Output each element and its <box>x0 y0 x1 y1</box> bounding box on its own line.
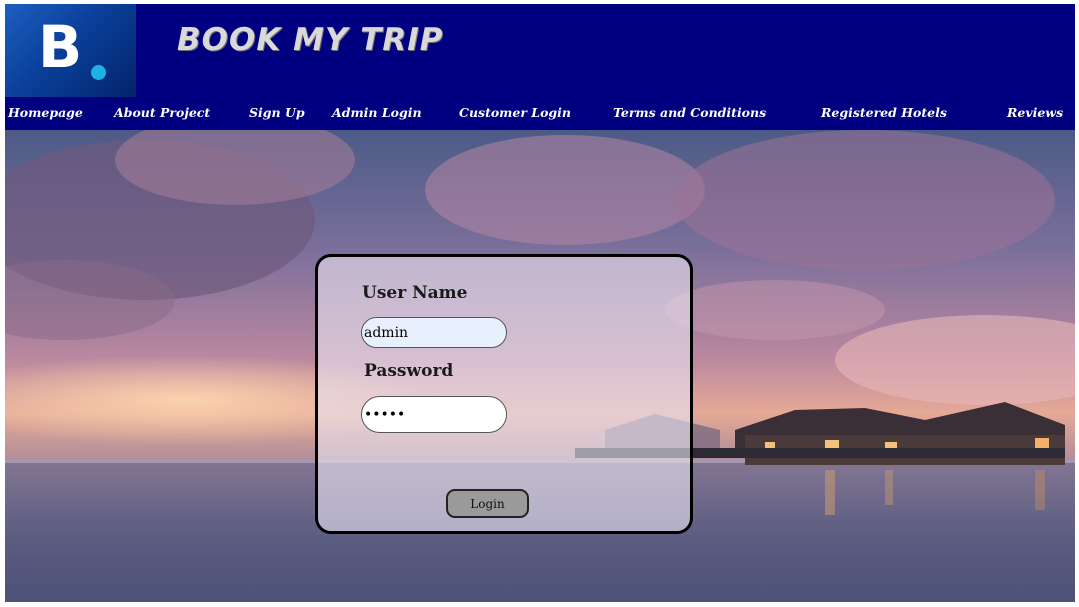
logo-letter: B <box>38 13 83 81</box>
login-button[interactable]: Login <box>446 489 529 518</box>
page: B BOOK MY TRIP Homepage About Project Si… <box>5 4 1075 602</box>
nav-reviews[interactable]: Reviews <box>1007 105 1063 120</box>
nav-registered-hotels[interactable]: Registered Hotels <box>821 105 947 120</box>
hero-background: User Name Password Login <box>5 130 1075 602</box>
password-field[interactable] <box>361 396 507 433</box>
password-label: Password <box>364 361 454 381</box>
nav-terms-and-conditions[interactable]: Terms and Conditions <box>613 105 766 120</box>
brand-title: BOOK MY TRIP <box>177 22 444 58</box>
username-label: User Name <box>362 283 468 303</box>
login-card: User Name Password Login <box>315 254 693 534</box>
nav-admin-login[interactable]: Admin Login <box>332 105 422 120</box>
main-nav: Homepage About Project Sign Up Admin Log… <box>5 97 1075 130</box>
nav-homepage[interactable]: Homepage <box>8 105 83 120</box>
logo-dot-icon <box>91 65 106 80</box>
nav-sign-up[interactable]: Sign Up <box>249 105 305 120</box>
site-logo[interactable]: B <box>5 4 136 97</box>
nav-customer-login[interactable]: Customer Login <box>459 105 571 120</box>
nav-about-project[interactable]: About Project <box>114 105 210 120</box>
site-header: B BOOK MY TRIP <box>5 4 1075 97</box>
username-field[interactable] <box>361 317 507 348</box>
